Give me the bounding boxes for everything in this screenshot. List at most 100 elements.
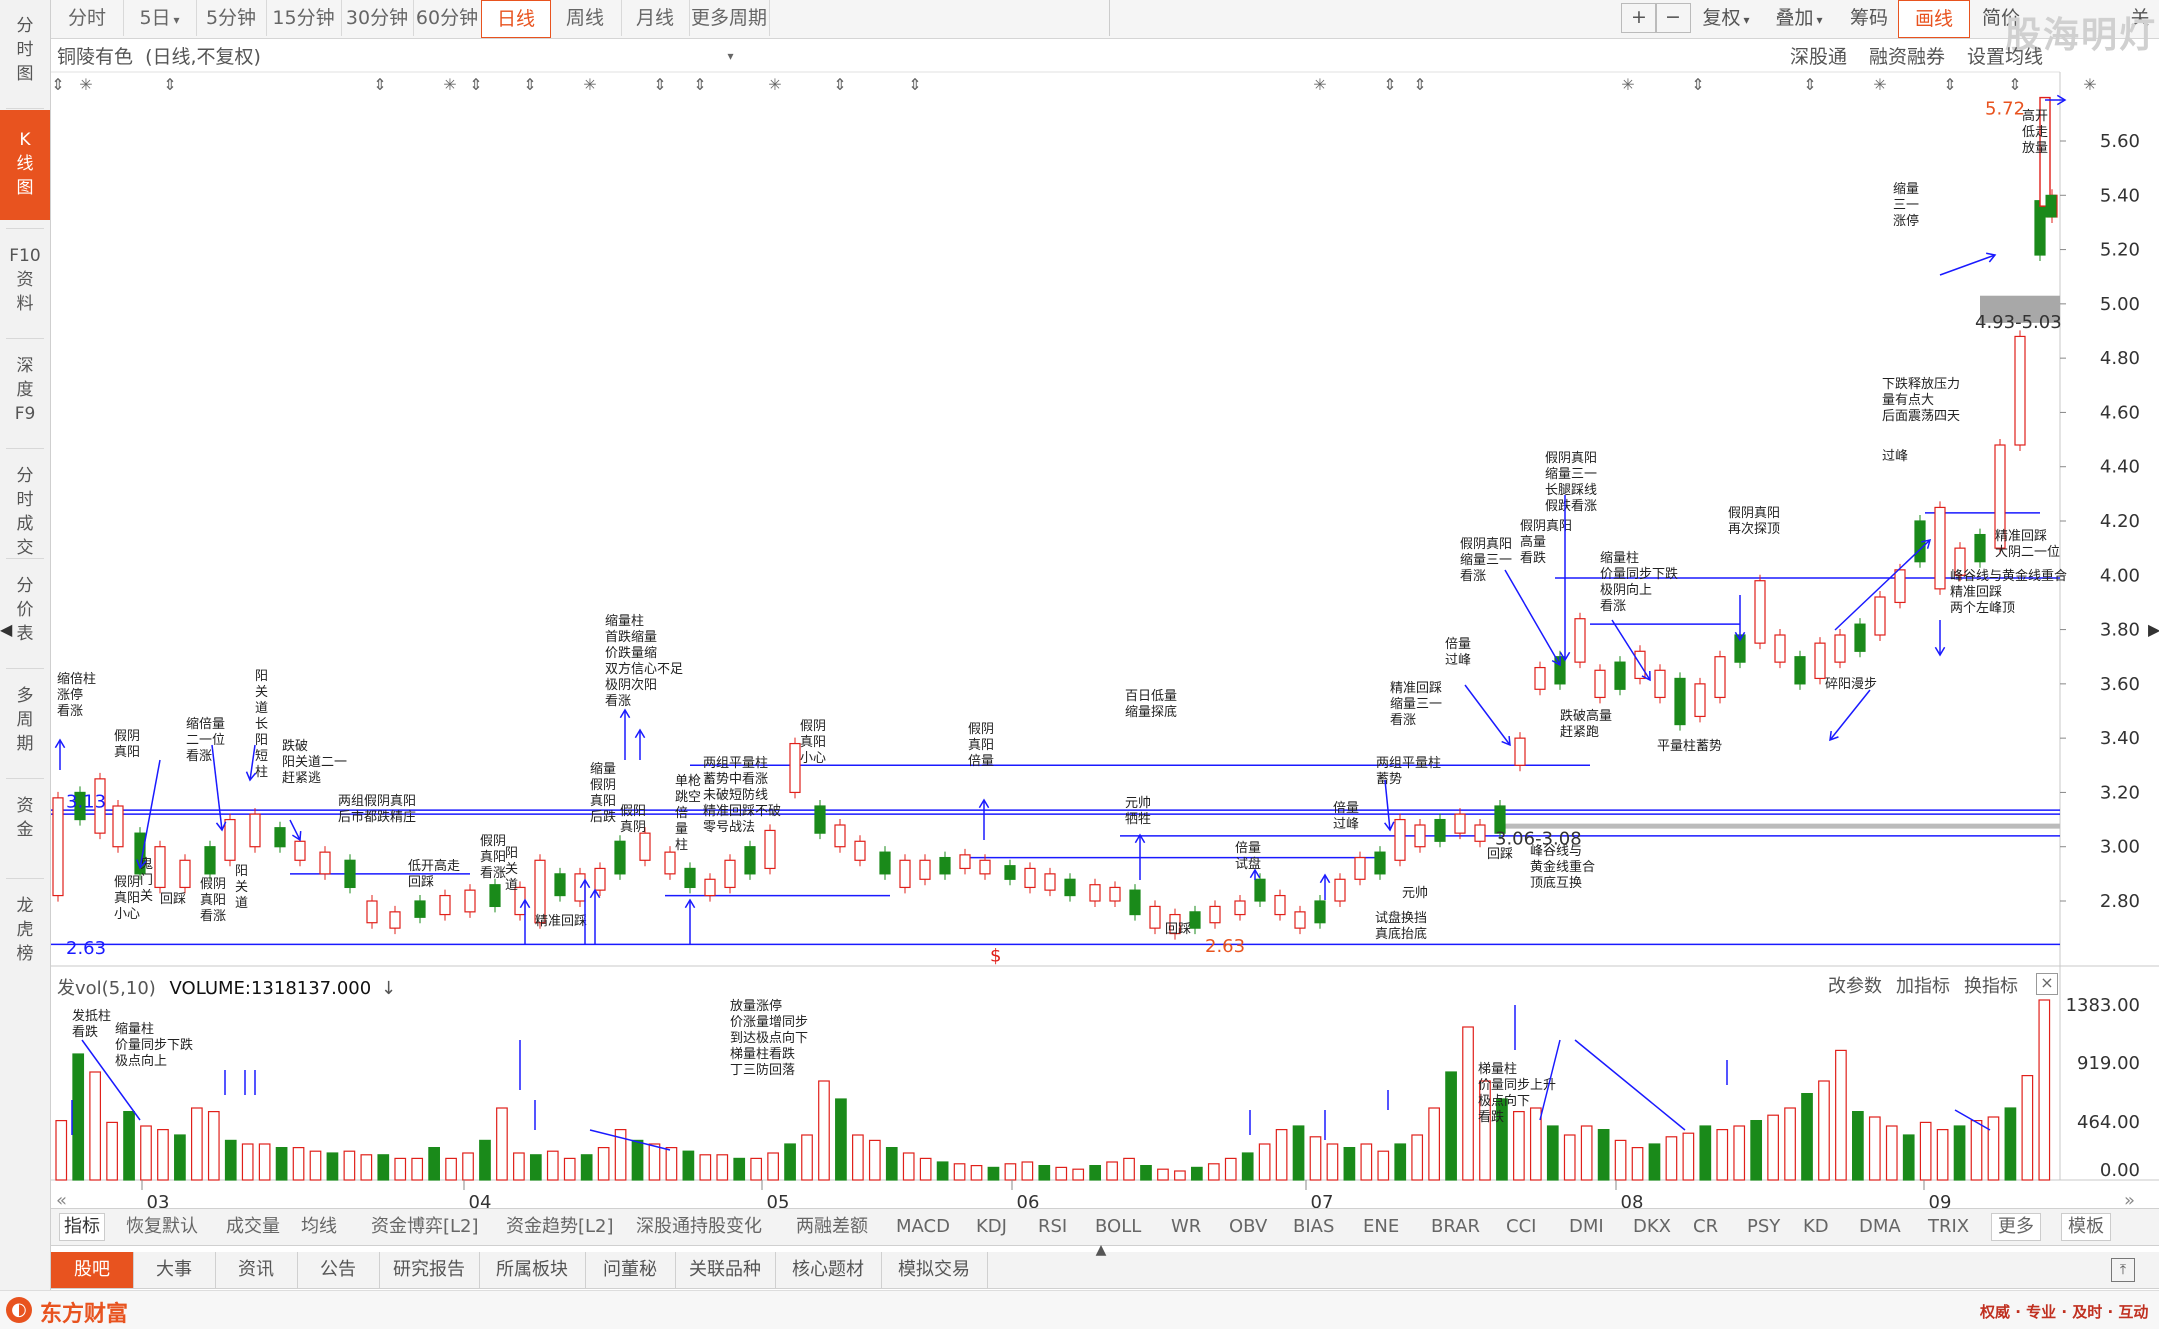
indicator-tab-10[interactable]: RSI — [1038, 1209, 1067, 1245]
annotation-arrow[interactable] — [1464, 684, 1511, 746]
volume-action-0[interactable]: 改参数 — [1828, 976, 1882, 997]
annotation-note[interactable]: 下跌释放压力量有点大后面震荡四天 — [1882, 376, 1960, 424]
event-marker-icon[interactable]: ⇕ — [908, 75, 921, 94]
annotation-note[interactable]: 倍量试盘 — [1235, 841, 1261, 872]
kline-chart[interactable]: 5.60 5.40 5.20 5.00 4.80 4.60 4.40 4.20 4.00 3.80… — [0, 0, 2159, 1208]
volume-close-button[interactable]: × — [2036, 973, 2058, 995]
annotation-note[interactable]: 平量柱蓄势 — [1657, 738, 1722, 754]
volume-action-2[interactable]: 换指标 — [1964, 976, 2018, 997]
event-marker-icon[interactable]: ⇕ — [523, 75, 536, 94]
annotation-note[interactable]: 阳关道长阳短柱 — [255, 669, 268, 780]
indicator-tab-15[interactable]: ENE — [1363, 1209, 1399, 1245]
event-marker-icon[interactable]: ✳ — [1873, 75, 1886, 94]
bottom-tab-2[interactable]: 资讯 — [215, 1252, 298, 1288]
indicator-tab-11[interactable]: BOLL — [1095, 1209, 1141, 1245]
annotation-note[interactable]: 回踩 — [1165, 922, 1191, 937]
scroll-left-icon[interactable]: « — [56, 1190, 67, 1208]
annotation-note[interactable]: 倍量过峰 — [1445, 637, 1471, 668]
volume-note[interactable]: 缩量柱价量同步下跌极点向上 — [115, 1021, 193, 1069]
annotation-note[interactable]: 假阴真阳高量看跌 — [1520, 519, 1572, 566]
annotation-note[interactable]: 过峰 — [1882, 449, 1908, 464]
event-marker-icon[interactable]: ⇕ — [2008, 75, 2021, 94]
annotation-note[interactable]: 缩量假阴真阳后跌 — [590, 761, 616, 825]
annotation-note[interactable]: 元帅牺牲 — [1125, 796, 1151, 827]
indicator-tab-13[interactable]: OBV — [1229, 1209, 1267, 1245]
event-marker-icon[interactable]: ✳ — [2083, 75, 2096, 94]
volume-action-1[interactable]: 加指标 — [1896, 976, 1950, 997]
annotation-note[interactable]: 假阳真阴 — [620, 804, 646, 835]
annotation-note[interactable]: 峰谷线与黄金线重合顶底互换 — [1530, 844, 1595, 891]
indicator-tab-3[interactable]: 均线 — [301, 1209, 337, 1245]
annotation-note[interactable]: 回踩 — [1487, 847, 1513, 862]
indicator-tab-12[interactable]: WR — [1171, 1209, 1201, 1245]
annotation-note[interactable]: 假阴真阳缩量三一长腿踩线假跌看涨 — [1545, 451, 1597, 514]
annotation-note[interactable]: 假阴真阳看涨 — [200, 877, 226, 924]
bottom-tab-5[interactable]: 所属板块 — [479, 1252, 586, 1288]
event-marker-icon[interactable]: ⇕ — [373, 75, 386, 94]
annotation-note[interactable]: 假阴真阳小心 — [114, 875, 140, 922]
annotation-note[interactable]: 倍量过峰 — [1333, 801, 1359, 832]
annotation-note[interactable]: 精准回踩大阴二一位 — [1995, 529, 2060, 560]
event-marker-icon[interactable]: ⇕ — [1943, 75, 1956, 94]
annotation-note[interactable]: 回踩 — [160, 892, 186, 907]
indicator-tab-5[interactable]: 资金趋势[L2] — [506, 1209, 614, 1245]
annotation-note[interactable]: 鬼门关 — [140, 856, 153, 904]
annotation-arrow[interactable] — [1939, 254, 1996, 276]
event-marker-icon[interactable]: ⇕ — [1691, 75, 1704, 94]
volume-arrow[interactable] — [1574, 1039, 1686, 1131]
event-marker-icon[interactable]: ⇕ — [1803, 75, 1816, 94]
event-marker-icon[interactable]: ⇕ — [693, 75, 706, 94]
indicator-tab-2[interactable]: 成交量 — [226, 1209, 280, 1245]
indicator-tab-22[interactable]: KD — [1803, 1209, 1829, 1245]
annotation-note[interactable]: 试盘换挡真底抬底 — [1375, 910, 1427, 942]
sidebar-collapse-icon[interactable]: ◀ — [0, 620, 12, 660]
indicator-tab-24[interactable]: TRIX — [1928, 1209, 1969, 1245]
event-marker-icon[interactable]: ⇕ — [653, 75, 666, 94]
annotation-note[interactable]: 碎阳漫步 — [1825, 677, 1877, 692]
annotation-note[interactable]: 阳关道 — [235, 864, 248, 911]
annotation-note[interactable]: 精准回踩 — [535, 914, 587, 929]
indicator-tab-25[interactable]: 更多 — [1991, 1213, 2041, 1241]
bottom-tab-7[interactable]: 关联品种 — [675, 1252, 776, 1288]
bottom-tab-1[interactable]: 大事 — [133, 1252, 216, 1288]
bottom-tab-3[interactable]: 公告 — [297, 1252, 380, 1288]
event-marker-icon[interactable]: ⇕ — [833, 75, 846, 94]
event-marker-icon[interactable]: ⇕ — [51, 75, 64, 94]
annotation-note[interactable]: 高开低走放量 — [2022, 108, 2048, 156]
indicator-tab-26[interactable]: 模板 — [2061, 1213, 2111, 1241]
bottom-tab-8[interactable]: 核心题材 — [775, 1252, 882, 1288]
annotation-note[interactable]: 百日低量缩量探底 — [1125, 689, 1177, 720]
annotation-note[interactable]: 假阴真阳 — [114, 729, 140, 760]
event-marker-icon[interactable]: ⇕ — [469, 75, 482, 94]
bottom-tab-0[interactable]: 股吧 — [51, 1252, 134, 1288]
indicator-tab-20[interactable]: CR — [1693, 1209, 1718, 1245]
indicator-tab-21[interactable]: PSY — [1747, 1209, 1780, 1245]
indicator-tab-6[interactable]: 深股通持股变化 — [636, 1209, 762, 1245]
event-marker-icon[interactable]: ⇕ — [1413, 75, 1426, 94]
export-icon[interactable]: ⤒ — [2111, 1258, 2135, 1282]
indicator-tab-17[interactable]: CCI — [1506, 1209, 1536, 1245]
volume-note[interactable]: 发抵柱看跌 — [72, 1008, 111, 1040]
event-marker-icon[interactable]: ✳ — [443, 75, 456, 94]
annotation-arrow[interactable] — [1829, 689, 1871, 741]
bottom-tab-9[interactable]: 模拟交易 — [881, 1252, 988, 1288]
annotation-note[interactable]: 跌破高量赶紧跑 — [1560, 708, 1612, 740]
annotation-note[interactable]: 两组假阴真阳后市都跌精庄 — [338, 794, 416, 825]
annotation-note[interactable]: 峰谷线与黄金线重合精准回踩两个左峰顶 — [1950, 568, 2067, 616]
annotation-note[interactable]: 缩量柱首跌缩量价跌量缩双方信心不足极阴次阳看涨 — [605, 613, 683, 709]
indicator-tab-19[interactable]: DKX — [1633, 1209, 1671, 1245]
indicator-tab-4[interactable]: 资金博弈[L2] — [371, 1209, 479, 1245]
indicator-tab-14[interactable]: BIAS — [1293, 1209, 1334, 1245]
annotation-note[interactable]: 假阴真阳缩量三一看涨 — [1460, 537, 1512, 584]
annotation-arrow[interactable] — [1384, 779, 1391, 831]
indicator-tab-1[interactable]: 恢复默认 — [126, 1209, 198, 1245]
annotation-note[interactable]: 假阴真阳小心 — [800, 719, 826, 766]
scroll-right-icon[interactable]: » — [2124, 1190, 2135, 1208]
annotation-arrow[interactable] — [1504, 569, 1561, 666]
panel-expand-icon[interactable]: ▶ — [2148, 620, 2159, 660]
red-s-marker-icon[interactable]: $ — [990, 945, 1001, 966]
annotation-note[interactable]: 缩量柱价量同步下跌极阴向上看涨 — [1600, 550, 1678, 614]
event-marker-icon[interactable]: ⇕ — [163, 75, 176, 94]
indicator-tab-9[interactable]: KDJ — [976, 1209, 1007, 1245]
annotation-note[interactable]: 假阴真阳看涨 — [480, 834, 506, 881]
